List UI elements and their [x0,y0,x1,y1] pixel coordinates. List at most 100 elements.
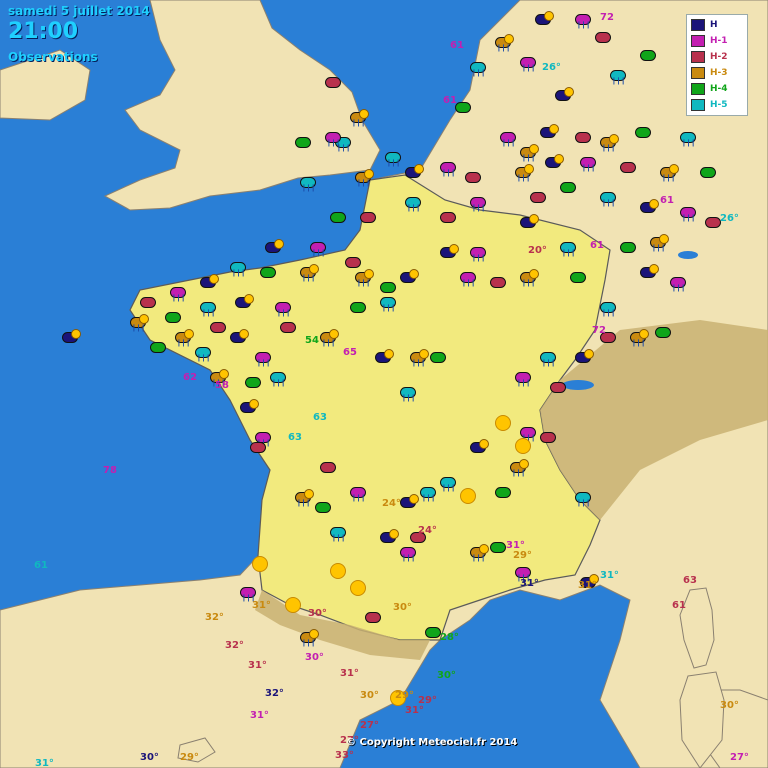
sun-icon [639,329,649,339]
temperature-reading: 31° [252,600,271,611]
sun-icon [460,488,476,504]
cloud-icon [550,382,566,393]
weather-symbol [165,310,181,324]
weather-symbol: ┃┃┃ [195,345,211,362]
rain-icon: ┃┃┃ [422,495,436,502]
weather-symbol: ┃┃┃ [515,370,531,387]
rain-icon: ┃┃┃ [512,470,526,477]
weather-symbol: ┃┃┃ [500,130,516,147]
wind-gust-reading: 54 [305,335,319,346]
temperature-reading: 31° [248,660,267,671]
cloud-icon [540,432,556,443]
cloud-icon [640,50,656,61]
cloud-icon [315,502,331,513]
temperature-reading: 31° [520,578,539,589]
temperature-reading: 30° [437,670,456,681]
map-date: samedi 5 juillet 2014 [8,4,150,18]
cloud-icon [365,612,381,623]
weather-symbol [330,210,346,224]
weather-symbol: ┃┃┃ [470,195,486,212]
cloud-icon [325,77,341,88]
weather-symbol [440,210,456,224]
weather-symbol: ┃┃┃ [680,130,696,147]
rain-icon: ┃┃┃ [672,285,686,292]
weather-symbol [620,160,636,174]
temperature-reading: 30° [305,652,324,663]
weather-symbol: ┃┃┃ [350,485,366,502]
sun-icon [544,11,554,21]
rain-icon: ┃┃┃ [682,215,696,222]
sun-icon [309,629,319,639]
sun-icon [304,489,314,499]
cloud-icon [440,212,456,223]
legend-item: H [691,17,743,33]
weather-symbol [490,540,506,554]
weather-symbol [250,440,266,454]
weather-symbol: ┃┃┃ [670,275,686,292]
cloud-icon [455,102,471,113]
weather-symbol [560,180,576,194]
weather-symbol [400,269,419,284]
rain-icon: ┃┃┃ [302,185,316,192]
weather-symbol: ┃┃┃ [460,270,476,287]
temperature-reading: 31° [340,668,359,679]
rain-icon: ┃┃┃ [632,340,646,347]
sun-icon [419,349,429,359]
sun-icon [479,544,489,554]
cloud-icon [465,172,481,183]
temperature-reading: 24° [382,498,401,509]
weather-symbol: ┃┃┃ [440,160,456,177]
weather-symbol [265,239,284,254]
weather-symbol [440,244,459,259]
wind-gust-reading: 61 [590,240,604,251]
legend-label: H-1 [710,36,728,46]
sun-icon [364,169,374,179]
weather-symbol [140,295,156,309]
temperature-reading: 32° [225,640,244,651]
weather-symbol: ┃┃┃ [325,130,341,147]
sun-icon [330,563,346,579]
weather-symbol: ┃┃┃ [175,329,194,347]
sun-icon [329,329,339,339]
cloud-icon [150,342,166,353]
sun-icon [504,34,514,44]
weather-symbol [295,135,311,149]
sun-icon [244,294,254,304]
weather-symbol: ┃┃┃ [575,490,591,507]
weather-symbol [360,210,376,224]
weather-symbol: ┃┃┃ [470,245,486,262]
sun-icon [529,269,539,279]
rain-icon: ┃┃┃ [542,360,556,367]
weather-symbol: ┃┃┃ [320,329,339,347]
cloud-icon [575,132,591,143]
temperature-reading: 31° [578,580,597,591]
sun-icon [495,415,511,431]
rain-icon: ┃┃┃ [357,180,371,187]
sun-icon [139,314,149,324]
weather-symbol [640,264,659,279]
sun-icon [71,329,81,339]
cloud-icon [330,212,346,223]
weather-symbol: ┃┃┃ [270,370,286,387]
sun-icon [669,164,679,174]
temperature-reading: 30° [720,700,739,711]
sun-icon [359,109,369,119]
sun-icon [414,164,424,174]
temperature-reading: 20° [528,245,547,256]
rain-icon: ┃┃┃ [302,640,316,647]
weather-symbol: ┃┃┃ [470,60,486,77]
weather-symbol [490,275,506,289]
weather-map: samedi 5 juillet 2014 21:00 Observations… [0,0,768,768]
weather-symbol [62,329,81,344]
weather-symbol: ┃┃┃ [400,545,416,562]
weather-symbol [530,190,546,204]
cloud-icon [360,212,376,223]
rain-icon: ┃┃┃ [522,155,536,162]
rain-icon: ┃┃┃ [497,45,511,52]
legend-swatch [691,83,705,95]
cloud-icon [280,322,296,333]
weather-symbol: ┃┃┃ [130,314,149,332]
weather-symbol [210,320,226,334]
cloud-icon [560,182,576,193]
weather-symbol: ┃┃┃ [600,190,616,207]
